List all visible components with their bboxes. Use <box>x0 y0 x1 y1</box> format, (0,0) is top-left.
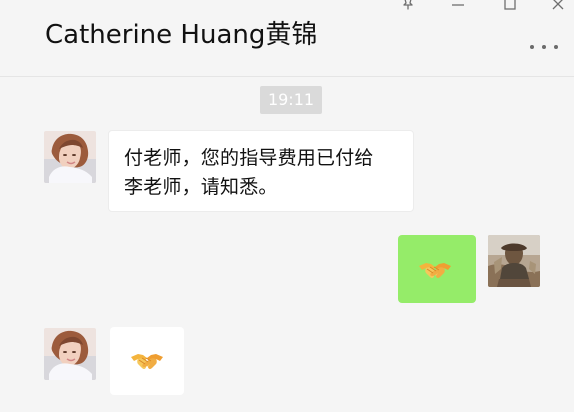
more-options-button[interactable] <box>530 42 558 52</box>
pin-icon[interactable] <box>398 0 418 10</box>
message-line-1: 付老师，您的指导费用已付给 <box>124 147 374 169</box>
close-icon[interactable] <box>548 0 568 10</box>
contact-avatar[interactable] <box>44 328 96 380</box>
more-dot-icon <box>542 45 546 49</box>
chat-title: Catherine Huang黄锦 <box>45 20 318 50</box>
incoming-emoji-bubble <box>110 327 184 395</box>
more-dot-icon <box>530 45 534 49</box>
contact-avatar[interactable] <box>44 131 96 183</box>
handshake-icon <box>418 257 452 281</box>
minimize-icon[interactable] <box>448 0 468 8</box>
incoming-message-bubble: 付老师，您的指导费用已付给 李老师，请知悉。 <box>108 130 414 212</box>
message-line-2: 李老师，请知悉。 <box>124 176 278 198</box>
message-timestamp: 19:11 <box>260 86 322 114</box>
my-avatar[interactable] <box>488 235 540 287</box>
outgoing-emoji-bubble <box>398 235 476 303</box>
chat-header: Catherine Huang黄锦 <box>0 0 574 77</box>
more-dot-icon <box>554 45 558 49</box>
maximize-icon[interactable] <box>500 0 520 10</box>
handshake-icon <box>130 348 164 372</box>
